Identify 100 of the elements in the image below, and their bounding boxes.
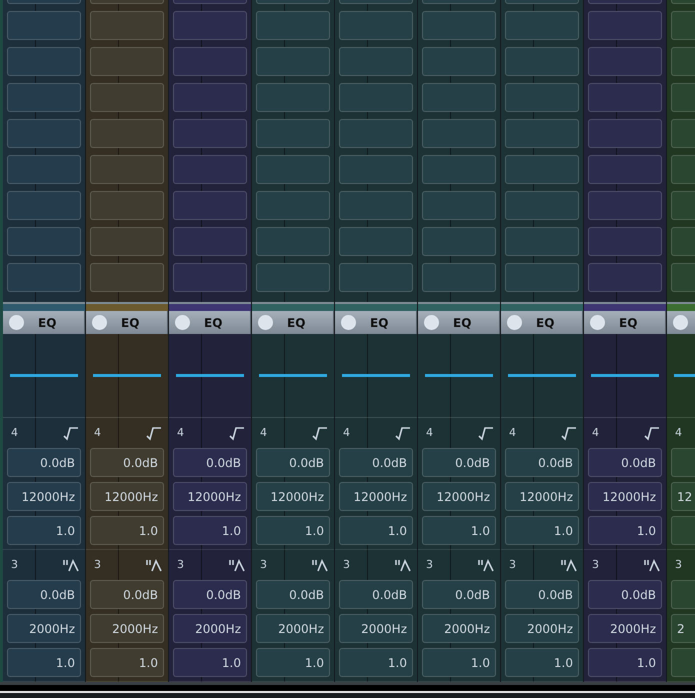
peak-curve-icon[interactable]: [229, 558, 245, 572]
value-field[interactable]: 0.0dB: [505, 580, 579, 609]
value-field[interactable]: 0.0dB: [173, 580, 247, 609]
value-field[interactable]: 1.0: [588, 516, 662, 545]
value-field[interactable]: 2000Hz: [173, 614, 247, 643]
insert-slot[interactable]: [7, 119, 81, 148]
value-field[interactable]: 1.0: [505, 516, 579, 545]
insert-slot[interactable]: [90, 227, 164, 256]
value-field[interactable]: 1.0: [422, 648, 496, 677]
insert-slot[interactable]: [671, 47, 695, 76]
insert-slot[interactable]: [339, 11, 413, 40]
value-field[interactable]: 2000Hz: [90, 614, 164, 643]
peak-curve-icon[interactable]: [312, 558, 328, 572]
value-field[interactable]: 2000Hz: [256, 614, 330, 643]
insert-slot[interactable]: [90, 191, 164, 220]
eq-button[interactable]: EQ: [86, 311, 168, 334]
value-field[interactable]: 1.0: [7, 516, 81, 545]
insert-slot[interactable]: [671, 11, 695, 40]
value-field[interactable]: 0.0dB: [339, 580, 413, 609]
insert-slot[interactable]: [422, 191, 496, 220]
shelf-curve-icon[interactable]: [312, 426, 328, 440]
insert-slot[interactable]: [90, 155, 164, 184]
value-field[interactable]: 1.0: [90, 516, 164, 545]
value-field[interactable]: 2000Hz: [588, 614, 662, 643]
insert-slot[interactable]: [7, 83, 81, 112]
insert-slot[interactable]: [90, 47, 164, 76]
insert-slot[interactable]: [173, 263, 247, 292]
value-field[interactable]: 0.0dB: [7, 580, 81, 609]
value-field[interactable]: 12000Hz: [7, 482, 81, 511]
value-field[interactable]: 0.0dB: [173, 448, 247, 477]
insert-slot[interactable]: [256, 11, 330, 40]
eq-button[interactable]: EQ: [252, 311, 334, 334]
value-field[interactable]: 1.0: [505, 648, 579, 677]
insert-slot[interactable]: [7, 263, 81, 292]
value-field[interactable]: 0.0dB: [90, 580, 164, 609]
insert-slot[interactable]: [256, 83, 330, 112]
value-field[interactable]: 2000Hz: [339, 614, 413, 643]
insert-slot[interactable]: [671, 119, 695, 148]
insert-slot[interactable]: [173, 155, 247, 184]
insert-slot[interactable]: [671, 155, 695, 184]
peak-curve-icon[interactable]: [478, 558, 494, 572]
value-field[interactable]: 1.0: [256, 516, 330, 545]
value-field[interactable]: 12: [671, 482, 695, 511]
insert-slot[interactable]: [671, 227, 695, 256]
insert-slot[interactable]: [339, 155, 413, 184]
insert-slot[interactable]: [339, 83, 413, 112]
insert-slot[interactable]: [7, 155, 81, 184]
eq-button[interactable]: EQ: [584, 311, 666, 334]
value-field[interactable]: 0.0dB: [256, 448, 330, 477]
shelf-curve-icon[interactable]: [63, 426, 79, 440]
insert-slot[interactable]: [505, 155, 579, 184]
value-field[interactable]: [671, 448, 695, 477]
value-field[interactable]: 12000Hz: [173, 482, 247, 511]
insert-slot[interactable]: [422, 227, 496, 256]
shelf-curve-icon[interactable]: [478, 426, 494, 440]
insert-slot[interactable]: [505, 191, 579, 220]
value-field[interactable]: 12000Hz: [256, 482, 330, 511]
eq-button[interactable]: EQ: [501, 311, 583, 334]
insert-slot[interactable]: [256, 227, 330, 256]
peak-curve-icon[interactable]: [395, 558, 411, 572]
eq-button[interactable]: EQ: [418, 311, 500, 334]
value-field[interactable]: 0.0dB: [339, 448, 413, 477]
value-field[interactable]: 12000Hz: [588, 482, 662, 511]
insert-slot[interactable]: [256, 119, 330, 148]
value-field[interactable]: 2000Hz: [422, 614, 496, 643]
insert-slot[interactable]: [90, 119, 164, 148]
insert-slot[interactable]: [7, 191, 81, 220]
peak-curve-icon[interactable]: [146, 558, 162, 572]
value-field[interactable]: 12000Hz: [90, 482, 164, 511]
insert-slot[interactable]: [422, 263, 496, 292]
value-field[interactable]: 12000Hz: [422, 482, 496, 511]
insert-slot[interactable]: [173, 227, 247, 256]
value-field[interactable]: 1.0: [7, 648, 81, 677]
insert-slot[interactable]: [256, 155, 330, 184]
insert-slot[interactable]: [173, 119, 247, 148]
insert-slot[interactable]: [505, 227, 579, 256]
value-field[interactable]: [671, 648, 695, 677]
insert-slot[interactable]: [422, 155, 496, 184]
value-field[interactable]: 2000Hz: [7, 614, 81, 643]
value-field[interactable]: [671, 516, 695, 545]
value-field[interactable]: 0.0dB: [588, 580, 662, 609]
insert-slot[interactable]: [90, 83, 164, 112]
insert-slot[interactable]: [173, 191, 247, 220]
insert-slot[interactable]: [588, 83, 662, 112]
value-field[interactable]: 0.0dB: [256, 580, 330, 609]
value-field[interactable]: 2: [671, 614, 695, 643]
value-field[interactable]: 0.0dB: [422, 580, 496, 609]
value-field[interactable]: 12000Hz: [339, 482, 413, 511]
shelf-curve-icon[interactable]: [395, 426, 411, 440]
value-field[interactable]: 1.0: [588, 648, 662, 677]
value-field[interactable]: 0.0dB: [505, 448, 579, 477]
insert-slot[interactable]: [505, 263, 579, 292]
insert-slot[interactable]: [588, 47, 662, 76]
insert-slot[interactable]: [256, 263, 330, 292]
insert-slot[interactable]: [90, 11, 164, 40]
insert-slot[interactable]: [173, 83, 247, 112]
value-field[interactable]: 0.0dB: [7, 448, 81, 477]
insert-slot[interactable]: [256, 47, 330, 76]
insert-slot[interactable]: [422, 11, 496, 40]
eq-button[interactable]: EQ: [169, 311, 251, 334]
